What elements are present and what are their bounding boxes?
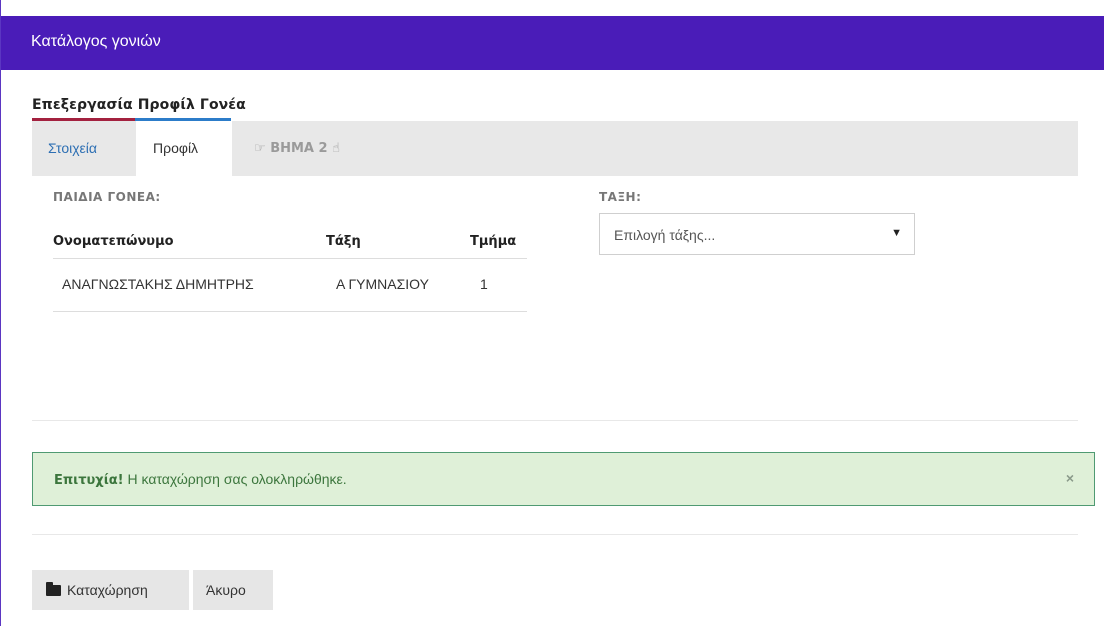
children-section-label: ΠΑΙΔΙΑ ΓΟΝΕΑ: <box>53 190 161 204</box>
cancel-button[interactable]: Άκυρο <box>193 570 273 610</box>
column-header-class: Τάξη <box>326 234 361 249</box>
class-select-label: ΤΑΞΗ: <box>599 190 642 204</box>
column-header-name: Ονοματεπώνυμο <box>53 234 174 249</box>
table-header-divider <box>53 258 527 259</box>
tab-details[interactable]: Στοιχεία <box>32 121 136 176</box>
pointing-hand-icon: ☞ <box>254 141 266 156</box>
class-select[interactable]: Επιλογή τάξης... ▼ <box>599 213 915 255</box>
save-button-label: Καταχώρηση <box>67 582 148 598</box>
alert-message-wrap: Επιτυχία! Η καταχώρηση σας ολοκληρώθηκε. <box>54 471 347 488</box>
child-section-cell: 1 <box>480 276 488 292</box>
close-icon[interactable]: × <box>1066 470 1074 486</box>
footer-divider <box>32 534 1078 535</box>
app-header: Κατάλογος γονιών <box>1 16 1104 70</box>
save-button[interactable]: Καταχώρηση <box>32 570 189 610</box>
step-indicator: ☞ ΒΗΜΑ 2 ☝ <box>254 121 340 176</box>
child-name-cell: ΑΝΑΓΝΩΣΤΑΚΗΣ ΔΗΜΗΤΡΗΣ <box>62 276 254 292</box>
child-class-cell: Α ΓΥΜΝΑΣΙΟΥ <box>336 276 429 292</box>
tab-bar: Στοιχεία Προφίλ ☞ ΒΗΜΑ 2 ☝ <box>32 121 1078 176</box>
tab-profile[interactable]: Προφίλ <box>136 121 232 176</box>
table-row-divider <box>53 311 527 312</box>
page-frame: Κατάλογος γονιών Επεξεργασία Προφίλ Γονέ… <box>0 0 1104 626</box>
cancel-button-label: Άκυρο <box>206 582 246 598</box>
success-alert: Επιτυχία! Η καταχώρηση σας ολοκληρώθηκε.… <box>32 452 1095 506</box>
panel-title: Επεξεργασία Προφίλ Γονέα <box>32 97 246 113</box>
pointing-up-icon: ☝ <box>332 141 340 156</box>
class-select-value: Επιλογή τάξης... <box>614 227 716 243</box>
folder-icon <box>46 581 61 596</box>
alert-strong-text: Επιτυχία! <box>54 473 124 488</box>
alert-message: Η καταχώρηση σας ολοκληρώθηκε. <box>123 471 347 487</box>
column-header-section: Τμήμα <box>470 234 517 249</box>
section-divider <box>32 420 1078 421</box>
dropdown-arrow-icon: ▼ <box>891 227 902 239</box>
app-title: Κατάλογος γονιών <box>31 33 161 50</box>
step-label: ΒΗΜΑ 2 <box>270 141 328 156</box>
